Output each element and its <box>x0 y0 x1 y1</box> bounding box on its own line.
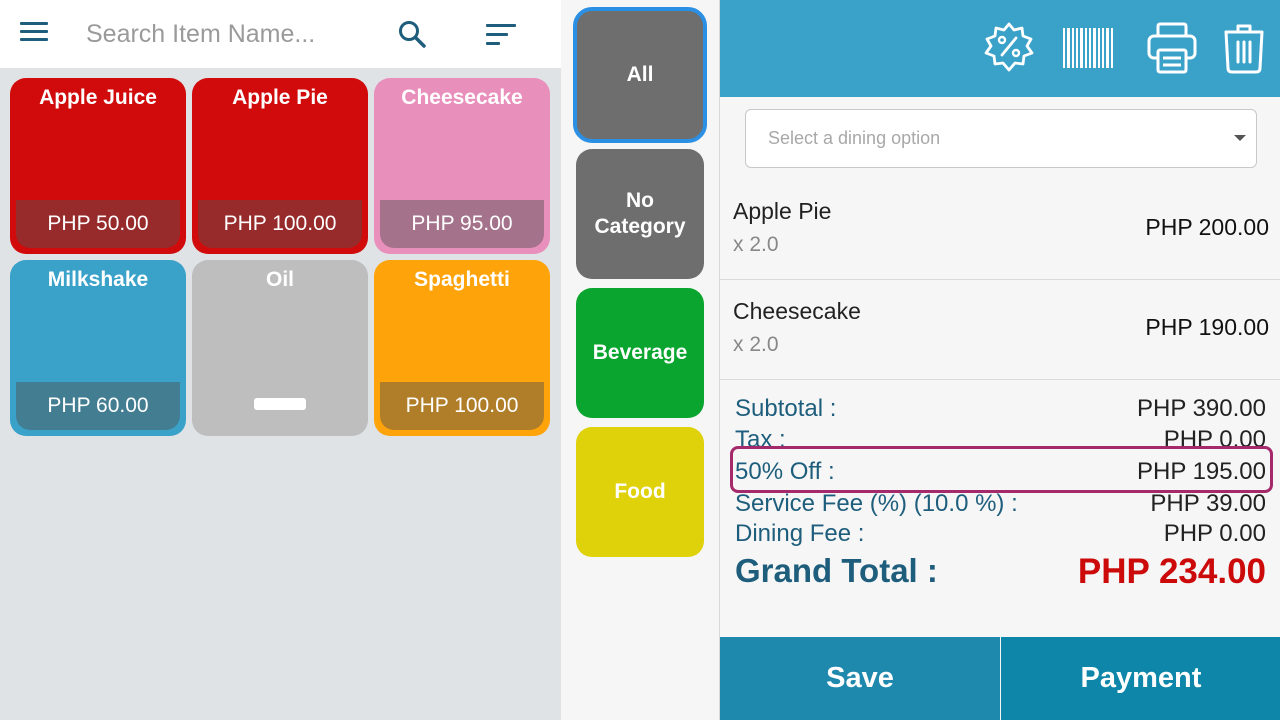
item-price: PHP 95.00 <box>380 200 544 248</box>
search-icon[interactable] <box>397 19 427 49</box>
item-tile-cheesecake[interactable]: Cheesecake PHP 95.00 <box>374 78 550 254</box>
dining-fee-label: Dining Fee : <box>735 520 865 547</box>
printer-icon[interactable] <box>1144 20 1200 76</box>
category-beverage[interactable]: Beverage <box>576 288 704 418</box>
subtotal-label: Subtotal : <box>735 395 837 422</box>
subtotal-value: PHP 390.00 <box>1137 395 1266 422</box>
order-item-qty: x 2.0 <box>733 233 779 256</box>
items-pane: Apple Juice PHP 50.00 Apple Pie PHP 100.… <box>0 0 561 720</box>
item-tile-oil[interactable]: Oil <box>192 260 368 436</box>
order-item-price: PHP 200.00 <box>1145 214 1269 240</box>
discount-badge-icon[interactable] <box>981 20 1037 76</box>
items-toolbar <box>0 0 561 68</box>
item-name: Apple Pie <box>232 86 328 109</box>
item-tile-spaghetti[interactable]: Spaghetti PHP 100.00 <box>374 260 550 436</box>
menu-icon[interactable] <box>20 22 48 46</box>
item-name: Spaghetti <box>414 268 510 291</box>
item-tile-apple-juice[interactable]: Apple Juice PHP 50.00 <box>10 78 186 254</box>
discount-highlight-box <box>730 446 1273 493</box>
item-name: Cheesecake <box>401 86 523 109</box>
item-name: Apple Juice <box>39 86 157 109</box>
category-list: All No Category Beverage Food <box>561 0 719 720</box>
order-toolbar <box>720 0 1280 97</box>
item-name: Oil <box>265 268 294 291</box>
category-no-category[interactable]: No Category <box>576 149 704 279</box>
barcode-icon[interactable] <box>1060 20 1116 76</box>
item-tile-apple-pie[interactable]: Apple Pie PHP 100.00 <box>192 78 368 254</box>
save-button[interactable]: Save <box>720 637 1000 720</box>
payment-button[interactable]: Payment <box>1001 637 1280 720</box>
item-price: PHP 60.00 <box>16 382 180 430</box>
dining-option-placeholder: Select a dining option <box>768 128 941 148</box>
order-item-qty: x 2.0 <box>733 333 779 356</box>
service-fee-label: Service Fee (%) (10.0 %) : <box>735 490 1018 517</box>
item-tile-milkshake[interactable]: Milkshake PHP 60.00 <box>10 260 186 436</box>
order-line-apple-pie[interactable]: Apple Pie x 2.0 PHP 200.00 <box>720 180 1280 280</box>
dining-fee-value: PHP 0.00 <box>1163 520 1266 547</box>
no-price-indicator <box>254 398 306 410</box>
category-all[interactable]: All <box>573 7 707 143</box>
dining-option-select[interactable]: Select a dining option <box>745 109 1257 168</box>
dropdown-caret-icon <box>1234 135 1246 141</box>
sort-filter-icon[interactable] <box>486 24 516 46</box>
order-pane: Select a dining option Apple Pie x 2.0 P… <box>719 0 1280 720</box>
item-price: PHP 100.00 <box>380 382 544 430</box>
item-price: PHP 100.00 <box>198 200 362 248</box>
item-price: PHP 50.00 <box>16 200 180 248</box>
grand-total-value: PHP 234.00 <box>1077 552 1266 591</box>
service-fee-value: PHP 39.00 <box>1150 490 1266 517</box>
item-name: Milkshake <box>47 268 149 291</box>
order-item-price: PHP 190.00 <box>1145 314 1269 340</box>
grand-total-label: Grand Total : <box>735 552 938 589</box>
search-input[interactable] <box>86 16 376 52</box>
order-line-cheesecake[interactable]: Cheesecake x 2.0 PHP 190.00 <box>720 280 1280 380</box>
order-item-name: Cheesecake <box>733 298 861 324</box>
order-item-name: Apple Pie <box>733 198 832 224</box>
category-food[interactable]: Food <box>576 427 704 557</box>
trash-icon[interactable] <box>1216 20 1272 76</box>
